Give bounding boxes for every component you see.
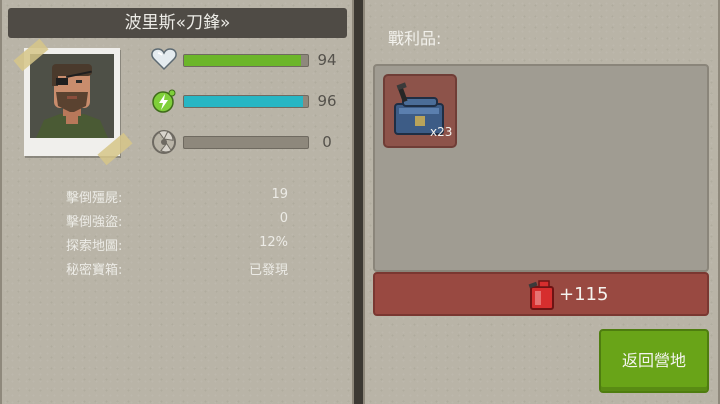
- loot-title: 戰利品:: [388, 29, 442, 48]
- energy-bar: [183, 95, 309, 108]
- secret-chest-label: 秘密寶箱:: [66, 263, 123, 278]
- avatar: [30, 54, 114, 138]
- map-explored-label: 探索地圖:: [66, 239, 123, 254]
- secret-chest-value: 已發現: [248, 263, 288, 278]
- loot-item-quantity: x23: [430, 125, 453, 139]
- return-to-camp-button[interactable]: 返回營地: [599, 329, 709, 393]
- gas-can-icon: [527, 279, 557, 311]
- radiation-icon: [150, 128, 178, 156]
- radiation-bar: [183, 136, 309, 149]
- radiation-value: 0: [322, 133, 332, 151]
- fuel-reward-value: +115: [559, 284, 609, 305]
- map-explored-value: 12%: [259, 235, 288, 250]
- health-bar: [183, 54, 309, 67]
- bandits-killed-label: 擊倒強盜:: [66, 215, 123, 230]
- zombies-killed-value: 19: [271, 187, 288, 202]
- energy-value: 96: [317, 92, 337, 110]
- health-value: 94: [317, 51, 337, 69]
- energy-icon: [150, 87, 178, 115]
- character-name: 波里斯«刀鋒»: [8, 8, 347, 38]
- zombies-killed-label: 擊倒殭屍:: [66, 191, 123, 206]
- heart-icon: [150, 45, 178, 73]
- character-portrait: [24, 48, 120, 156]
- energy-bar-fill: [184, 96, 304, 107]
- health-bar-fill: [184, 55, 301, 66]
- bandits-killed-value: 0: [279, 211, 288, 226]
